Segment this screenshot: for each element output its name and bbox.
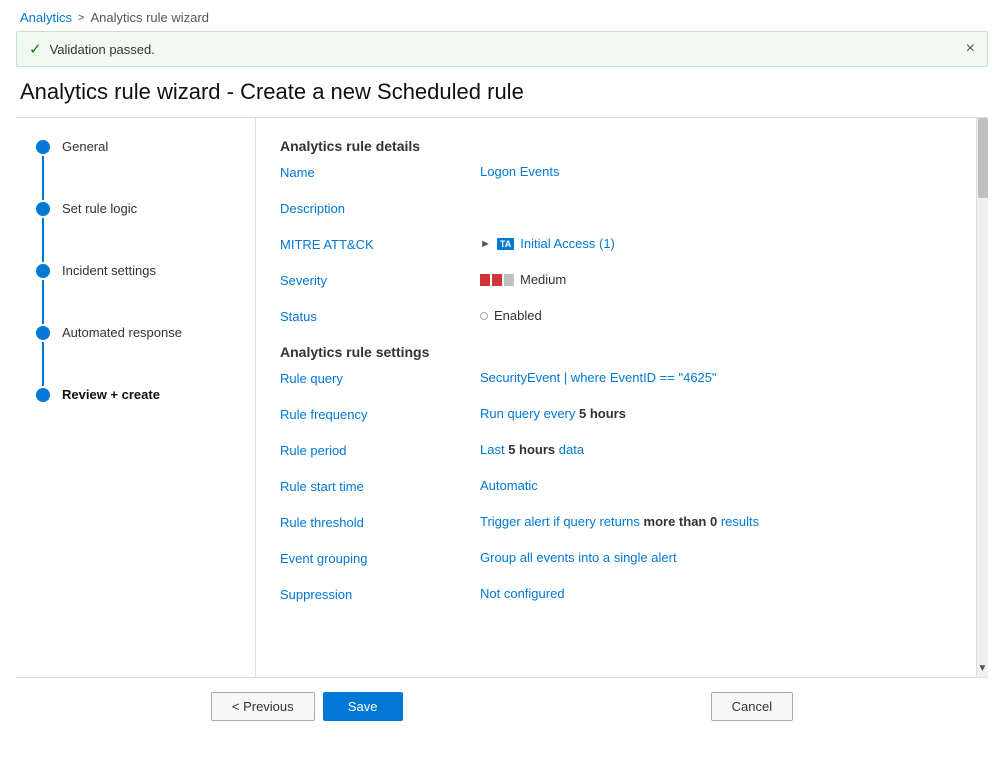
breadcrumb: Analytics > Analytics rule wizard (0, 0, 1004, 31)
scrollbar[interactable]: ▲ ▼ (976, 118, 988, 677)
scroll-down-icon[interactable]: ▼ (977, 659, 988, 677)
detail-value-suppression: Not configured (480, 586, 952, 601)
section-header-rule-settings: Analytics rule settings (280, 344, 952, 360)
severity-label: Medium (520, 272, 566, 287)
check-icon: ✓ (29, 40, 42, 58)
breadcrumb-current: Analytics rule wizard (90, 10, 209, 25)
step-general[interactable]: General (36, 138, 235, 200)
rule-period-prefix: Last (480, 442, 508, 457)
wizard-steps: General Set rule logic Incident settings… (16, 118, 256, 677)
detail-row-name: Name Logon Events (280, 164, 952, 186)
mitre-badge-icon: TA (497, 238, 514, 250)
detail-value-rule-frequency: Run query every 5 hours (480, 406, 952, 421)
detail-row-rule-query: Rule query SecurityEvent | where EventID… (280, 370, 952, 392)
rule-threshold-prefix: Trigger alert if query returns (480, 514, 644, 529)
main-content: General Set rule logic Incident settings… (16, 117, 988, 677)
step-label-set-rule-logic: Set rule logic (62, 200, 137, 236)
rule-period-suffix: data (555, 442, 584, 457)
severity-block-2 (492, 274, 502, 286)
details-panel: Analytics rule details Name Logon Events… (256, 118, 976, 677)
detail-row-rule-period: Rule period Last 5 hours data (280, 442, 952, 464)
status-dot-icon (480, 312, 488, 320)
step-automated-response[interactable]: Automated response (36, 324, 235, 386)
detail-value-event-grouping: Group all events into a single alert (480, 550, 952, 565)
severity-block-3 (504, 274, 514, 286)
detail-value-rule-period: Last 5 hours data (480, 442, 952, 457)
step-dot-set-rule-logic (36, 202, 50, 216)
mitre-label: Initial Access (1) (520, 236, 615, 251)
step-dot-general (36, 140, 50, 154)
detail-label-rule-query: Rule query (280, 370, 480, 386)
detail-value-severity: Medium (480, 272, 566, 287)
step-review-create[interactable]: Review + create (36, 386, 235, 422)
detail-row-severity: Severity Medium (280, 272, 952, 294)
detail-value-mitre[interactable]: ► TA Initial Access (1) (480, 236, 615, 251)
detail-row-rule-threshold: Rule threshold Trigger alert if query re… (280, 514, 952, 536)
cancel-button[interactable]: Cancel (711, 692, 793, 721)
step-line-4 (42, 342, 44, 386)
detail-label-name: Name (280, 164, 480, 180)
detail-value-name[interactable]: Logon Events (480, 164, 952, 179)
severity-blocks (480, 274, 514, 286)
save-button[interactable]: Save (323, 692, 403, 721)
step-label-general: General (62, 138, 108, 174)
detail-row-rule-frequency: Rule frequency Run query every 5 hours (280, 406, 952, 428)
detail-value-rule-threshold: Trigger alert if query returns more than… (480, 514, 952, 529)
scroll-thumb[interactable] (978, 118, 988, 198)
detail-value-rule-query[interactable]: SecurityEvent | where EventID == "4625" (480, 370, 952, 385)
rule-frequency-prefix: Run query every (480, 406, 579, 421)
detail-label-suppression: Suppression (280, 586, 480, 602)
status-label: Enabled (494, 308, 542, 323)
detail-label-event-grouping: Event grouping (280, 550, 480, 566)
detail-label-rule-frequency: Rule frequency (280, 406, 480, 422)
detail-label-rule-period: Rule period (280, 442, 480, 458)
step-label-incident-settings: Incident settings (62, 262, 156, 298)
detail-label-description: Description (280, 200, 480, 216)
page-title: Analytics rule wizard - Create a new Sch… (0, 75, 1004, 117)
detail-row-mitre: MITRE ATT&CK ► TA Initial Access (1) (280, 236, 952, 258)
bottom-bar: < Previous Save Cancel (16, 677, 988, 735)
rule-threshold-bold: more than 0 (644, 514, 718, 529)
detail-row-suppression: Suppression Not configured (280, 586, 952, 608)
step-dot-automated-response (36, 326, 50, 340)
detail-label-rule-start-time: Rule start time (280, 478, 480, 494)
rule-period-bold: 5 hours (508, 442, 555, 457)
validation-banner: ✓ Validation passed. × (16, 31, 988, 67)
step-line-3 (42, 280, 44, 324)
detail-label-mitre: MITRE ATT&CK (280, 236, 480, 252)
detail-label-severity: Severity (280, 272, 480, 288)
detail-value-status: Enabled (480, 308, 542, 323)
detail-value-rule-start-time: Automatic (480, 478, 952, 493)
detail-label-rule-threshold: Rule threshold (280, 514, 480, 530)
validation-message: Validation passed. (50, 42, 155, 57)
previous-button[interactable]: < Previous (211, 692, 315, 721)
rule-frequency-bold: 5 hours (579, 406, 626, 421)
severity-block-1 (480, 274, 490, 286)
step-dot-review-create (36, 388, 50, 402)
breadcrumb-root[interactable]: Analytics (20, 10, 72, 25)
detail-row-rule-start-time: Rule start time Automatic (280, 478, 952, 500)
detail-row-event-grouping: Event grouping Group all events into a s… (280, 550, 952, 572)
step-set-rule-logic[interactable]: Set rule logic (36, 200, 235, 262)
step-line-1 (42, 156, 44, 200)
step-line-2 (42, 218, 44, 262)
detail-label-status: Status (280, 308, 480, 324)
step-label-review-create: Review + create (62, 386, 160, 422)
breadcrumb-separator: > (78, 12, 84, 24)
detail-row-description: Description (280, 200, 952, 222)
section-header-rule-details: Analytics rule details (280, 138, 952, 154)
close-icon[interactable]: × (966, 40, 975, 58)
step-label-automated-response: Automated response (62, 324, 182, 360)
step-incident-settings[interactable]: Incident settings (36, 262, 235, 324)
chevron-right-icon: ► (480, 238, 491, 250)
detail-row-status: Status Enabled (280, 308, 952, 330)
rule-threshold-suffix: results (717, 514, 759, 529)
step-dot-incident-settings (36, 264, 50, 278)
